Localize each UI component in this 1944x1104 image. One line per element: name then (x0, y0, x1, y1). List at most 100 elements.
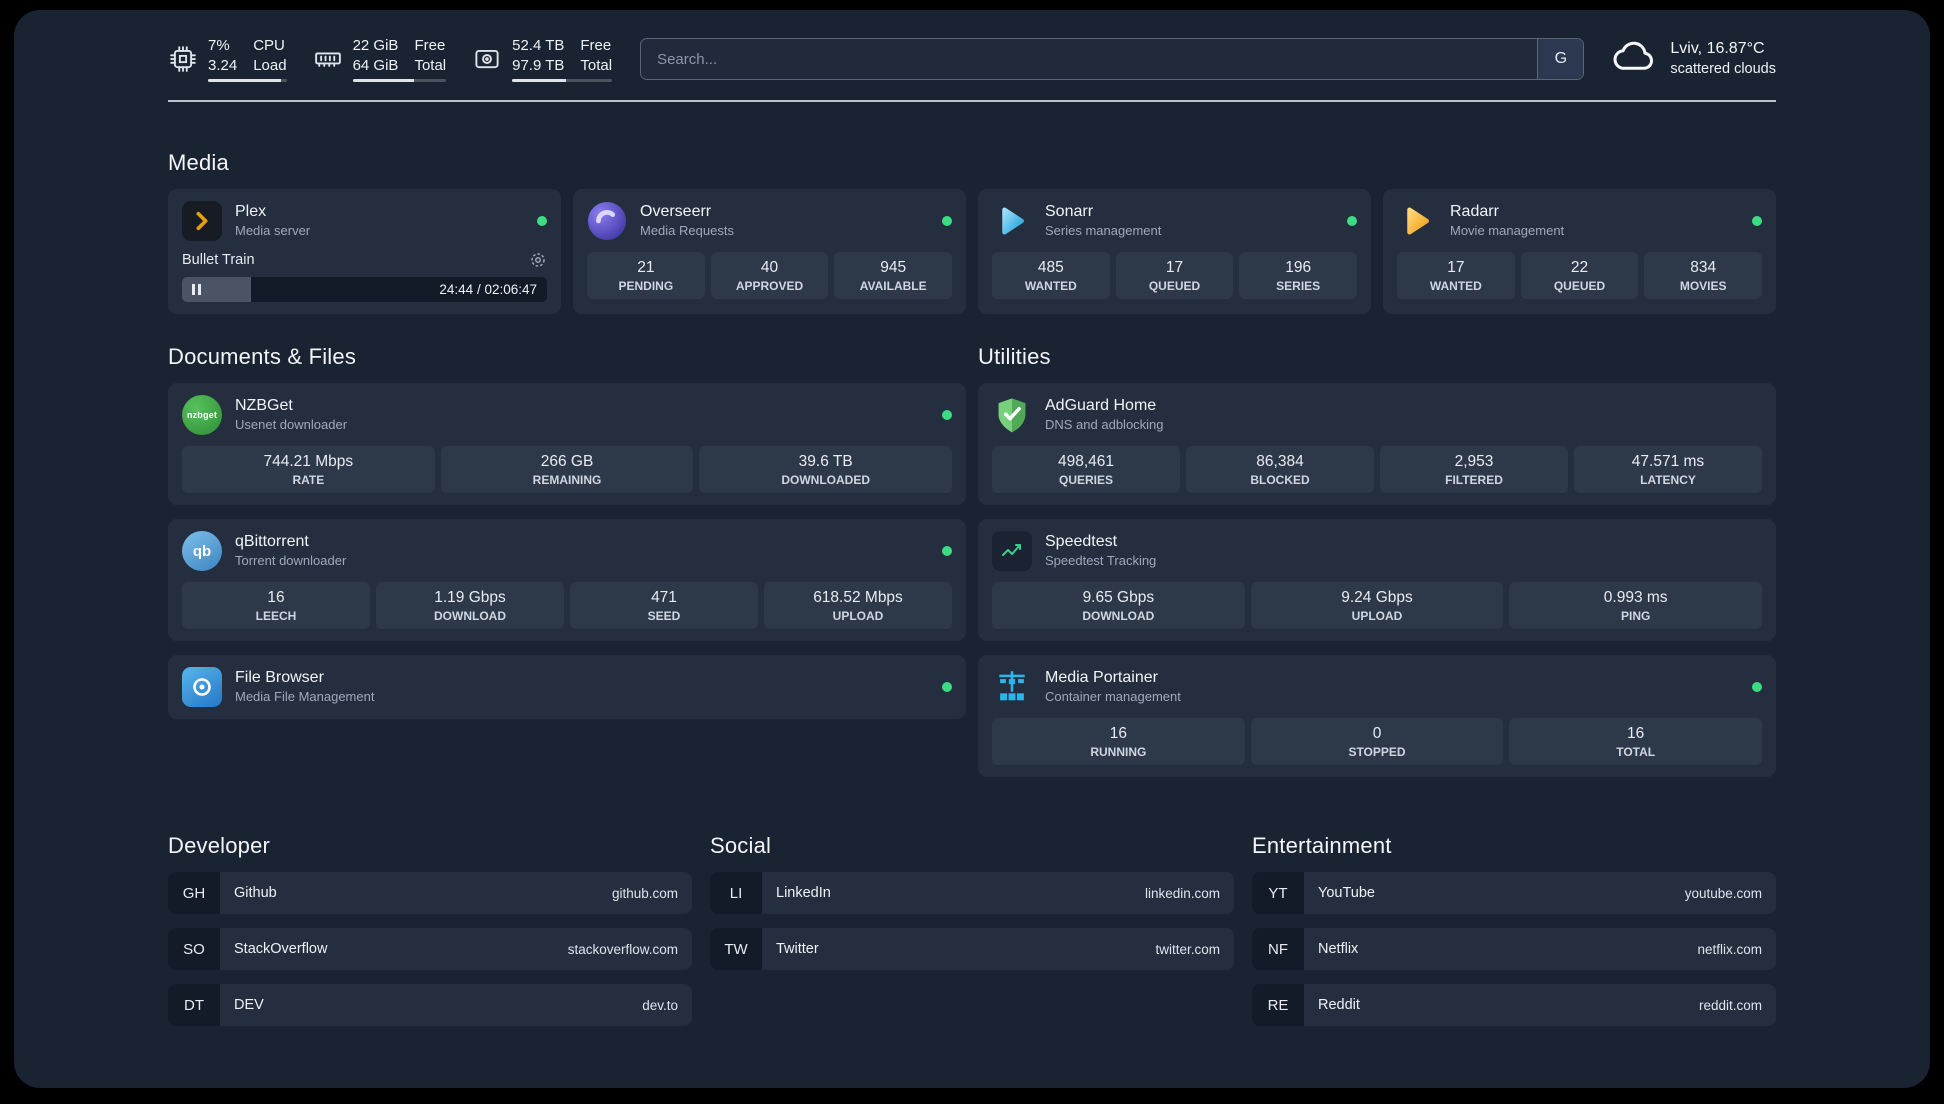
bookmark-twitter[interactable]: TW Twitter twitter.com (710, 928, 1234, 970)
bookmark-abbr: RE (1252, 984, 1304, 1026)
search-provider-button[interactable]: G (1537, 39, 1584, 79)
stat-rate: 744.21 Mbps RATE (182, 446, 435, 493)
radarr-icon (1397, 201, 1437, 241)
service-card-filebrowser[interactable]: File Browser Media File Management (168, 655, 966, 719)
service-name: File Browser (235, 669, 324, 687)
bookmark-youtube[interactable]: YT YouTube youtube.com (1252, 872, 1776, 914)
section-title-documents: Documents & Files (168, 344, 357, 369)
status-dot (942, 546, 952, 556)
stat-queued: 17 QUEUED (1115, 252, 1234, 299)
bookmark-name: Netflix (1318, 941, 1359, 957)
status-dot (537, 216, 547, 226)
bookmark-reddit[interactable]: RE Reddit reddit.com (1252, 984, 1776, 1026)
service-name: qBittorrent (235, 533, 309, 551)
status-dot (1752, 682, 1762, 692)
bookmark-github[interactable]: GH Github github.com (168, 872, 692, 914)
stat-latency: 47.571 ms LATENCY (1574, 446, 1762, 493)
service-name: Media Portainer (1045, 669, 1158, 687)
memory-readout: 22 GiB 64 GiB Free Total (352, 36, 447, 82)
stat-upload: 618.52 Mbps UPLOAD (764, 582, 952, 629)
disk-progress-bar (512, 79, 613, 82)
cpu-readout: 7% 3.24 CPU Load (208, 36, 287, 82)
service-description: Usenet downloader (235, 417, 348, 433)
bookmark-abbr: SO (168, 928, 220, 970)
bookmark-url: stackoverflow.com (567, 941, 678, 957)
cpu-icon (168, 44, 198, 74)
stat-filtered: 2,953 FILTERED (1380, 446, 1568, 493)
service-card-sonarr[interactable]: Sonarr Series management 485 WANTED 17 Q… (978, 189, 1371, 314)
section-developer: Developer GH Github github.com SO StackO… (168, 833, 692, 1026)
nzbget-icon: nzbget (182, 395, 222, 435)
player-settings-gear-icon[interactable] (529, 251, 547, 269)
weather-condition: scattered clouds (1670, 60, 1776, 77)
stat-blocked: 86,384 BLOCKED (1186, 446, 1374, 493)
topbar-divider (168, 100, 1776, 102)
service-name: Plex (235, 203, 267, 221)
portainer-icon (992, 667, 1032, 707)
service-description: Series management (1045, 223, 1162, 239)
service-description: Torrent downloader (235, 553, 347, 569)
filebrowser-icon (182, 667, 222, 707)
stat-pending: 21 PENDING (587, 252, 705, 299)
section-entertainment: Entertainment YT YouTube youtube.com NF … (1252, 833, 1776, 1026)
pause-icon[interactable] (192, 284, 201, 295)
service-card-adguard[interactable]: AdGuard Home DNS and adblocking 498,461 … (978, 383, 1776, 505)
weather-location: Lviv, 16.87°C (1670, 40, 1765, 58)
bookmark-url: github.com (611, 885, 678, 901)
bookmark-name: YouTube (1318, 885, 1375, 901)
stat-approved: 40 APPROVED (710, 252, 829, 299)
service-name: AdGuard Home (1045, 397, 1157, 415)
speedtest-icon (992, 531, 1032, 571)
player-progress-bar[interactable]: 24:44 / 02:06:47 (182, 277, 547, 302)
bookmark-name: Twitter (776, 941, 819, 957)
status-dot (1752, 216, 1762, 226)
service-card-nzbget[interactable]: nzbget NZBGet Usenet downloader 744.21 M… (168, 383, 966, 505)
stat-available: 945 AVAILABLE (834, 252, 953, 299)
service-card-overseerr[interactable]: Overseerr Media Requests 21 PENDING 40 A… (573, 189, 966, 314)
service-card-portainer[interactable]: Media Portainer Container management 16 … (978, 655, 1776, 777)
status-dot (1347, 216, 1357, 226)
bookmark-name: LinkedIn (776, 885, 831, 901)
service-description: Media File Management (235, 689, 375, 705)
cloud-icon (1612, 39, 1658, 78)
disk-free: 52.4 TB (512, 37, 565, 54)
resource-widgets: 7% 3.24 CPU Load 22 GiB 64 GiB Free Tota… (168, 36, 613, 82)
service-card-radarr[interactable]: Radarr Movie management 17 WANTED 22 QUE… (1383, 189, 1776, 314)
bookmark-url: youtube.com (1684, 885, 1762, 901)
service-card-speedtest[interactable]: Speedtest Speedtest Tracking 9.65 Gbps D… (978, 519, 1776, 641)
dashboard-page: 7% 3.24 CPU Load 22 GiB 64 GiB Free Tota… (14, 10, 1930, 1088)
service-description: Container management (1045, 689, 1181, 705)
service-description: Movie management (1450, 223, 1565, 239)
section-title-social: Social (710, 833, 772, 858)
bookmark-netflix[interactable]: NF Netflix netflix.com (1252, 928, 1776, 970)
cpu-label-top: CPU (253, 37, 285, 54)
stat-leech: 16 LEECH (182, 582, 370, 629)
cpu-percent: 7% (208, 37, 230, 54)
stat-wanted: 485 WANTED (992, 252, 1110, 299)
bookmark-name: Reddit (1318, 997, 1360, 1013)
service-card-qbittorrent[interactable]: qb qBittorrent Torrent downloader 16 LEE… (168, 519, 966, 641)
disk-widget: 52.4 TB 97.9 TB Free Total (472, 36, 613, 82)
bookmark-linkedin[interactable]: LI LinkedIn linkedin.com (710, 872, 1234, 914)
bookmark-name: StackOverflow (234, 941, 328, 957)
memory-free: 22 GiB (352, 37, 399, 54)
stat-queued: 22 QUEUED (1520, 252, 1639, 299)
topbar: 7% 3.24 CPU Load 22 GiB 64 GiB Free Tota… (168, 32, 1776, 82)
plex-icon (182, 201, 222, 241)
status-dot (942, 410, 952, 420)
bookmark-abbr: NF (1252, 928, 1304, 970)
disk-total: 97.9 TB (512, 56, 565, 74)
section-social: Social LI LinkedIn linkedin.com TW Twitt… (710, 833, 1234, 970)
bookmark-url: twitter.com (1155, 941, 1220, 957)
status-dot (942, 216, 952, 226)
bookmark-dev[interactable]: DT DEV dev.to (168, 984, 692, 1026)
bookmark-abbr: DT (168, 984, 220, 1026)
service-name: NZBGet (235, 397, 293, 415)
search-input[interactable] (641, 39, 1538, 79)
service-card-plex[interactable]: Plex Media server Bullet Train 24:44 / 0… (168, 189, 561, 314)
memory-progress-bar (352, 79, 447, 82)
bookmark-stackoverflow[interactable]: SO StackOverflow stackoverflow.com (168, 928, 692, 970)
stat-ping: 0.993 ms PING (1509, 582, 1763, 629)
section-title-developer: Developer (168, 833, 271, 858)
service-description: DNS and adblocking (1045, 417, 1164, 433)
